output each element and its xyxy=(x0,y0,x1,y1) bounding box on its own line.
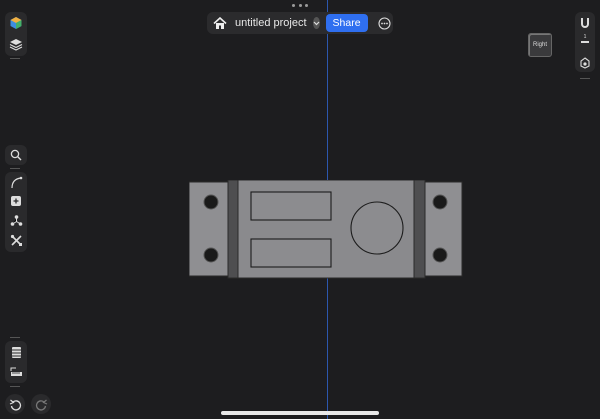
project-bar: untitled project Share xyxy=(207,12,393,34)
home-icon[interactable] xyxy=(213,14,227,32)
undo-icon[interactable] xyxy=(6,395,24,413)
toolbar-separator xyxy=(10,168,20,169)
home-indicator[interactable] xyxy=(221,411,379,415)
cube-logo-icon[interactable] xyxy=(7,14,25,32)
display-mode-icon[interactable] xyxy=(7,343,25,361)
add-primitive-icon[interactable] xyxy=(7,192,25,210)
sketch-icon[interactable] xyxy=(7,173,25,191)
share-button[interactable]: Share xyxy=(325,14,368,32)
right-toolbar: 1 xyxy=(575,12,595,72)
multitask-dots-icon[interactable] xyxy=(292,4,308,8)
mount-hole xyxy=(432,247,448,263)
project-title[interactable]: untitled project xyxy=(235,17,307,29)
mount-hole xyxy=(432,194,448,210)
layers-icon[interactable] xyxy=(7,35,25,53)
right-shoulder xyxy=(413,179,426,279)
mount-hole xyxy=(203,194,219,210)
camera-icon[interactable] xyxy=(576,54,594,72)
chevron-down-icon[interactable] xyxy=(312,17,320,29)
modeling-toolbar xyxy=(5,172,27,252)
3d-part-model[interactable] xyxy=(188,179,464,285)
toolbar-separator xyxy=(10,58,20,59)
display-toolbar xyxy=(5,341,27,383)
left-shoulder xyxy=(227,179,240,279)
toolbar-separator xyxy=(10,386,20,387)
redo-icon[interactable] xyxy=(32,395,50,413)
transform-icon[interactable] xyxy=(7,211,25,229)
measure-icon[interactable] xyxy=(7,363,25,381)
search-icon[interactable] xyxy=(7,146,25,164)
viewcube-face-label: Right xyxy=(532,42,547,48)
more-icon[interactable] xyxy=(378,16,391,30)
undo-button[interactable] xyxy=(5,394,25,414)
search-panel xyxy=(5,145,27,165)
scale-value: 1 xyxy=(583,34,587,40)
mount-hole xyxy=(203,247,219,263)
round-boss xyxy=(350,201,404,255)
top-slot xyxy=(250,191,332,221)
tools-icon[interactable] xyxy=(7,231,25,249)
viewcube[interactable]: Right xyxy=(528,33,552,57)
redo-button[interactable] xyxy=(31,394,51,414)
toolbar-separator xyxy=(10,337,20,338)
bottom-slot xyxy=(250,238,332,268)
scale-readout[interactable]: 1 xyxy=(575,34,595,43)
left-top-toolbar xyxy=(5,12,27,56)
magnet-icon[interactable] xyxy=(576,14,594,32)
toolbar-separator xyxy=(580,78,590,79)
